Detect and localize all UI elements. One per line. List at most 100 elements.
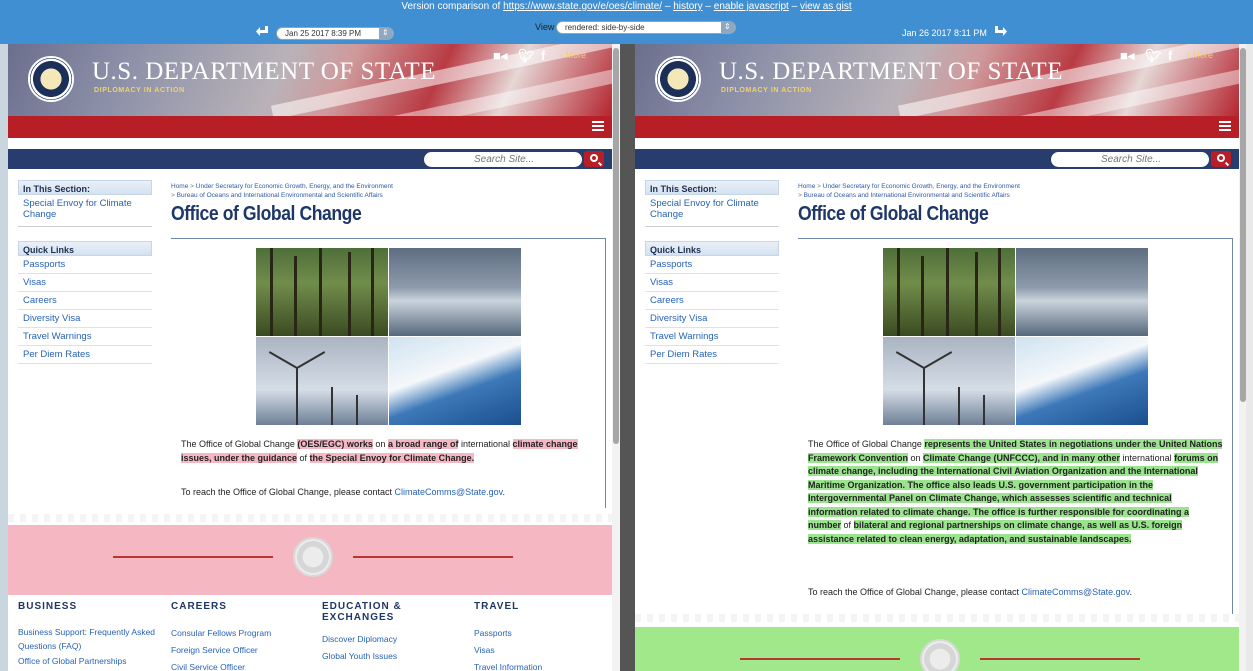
department-name[interactable]: U.S. DEPARTMENT OF STATE	[719, 58, 1063, 86]
quick-link-visas[interactable]: Visas	[645, 274, 779, 292]
glacier-photo	[1016, 337, 1148, 425]
footer-link[interactable]: Passports	[474, 625, 604, 642]
inserted-text: forums on climate change, including the …	[808, 452, 1219, 530]
unchanged-text: The Office of Global Change	[181, 439, 298, 449]
quick-link-careers[interactable]: Careers	[18, 292, 152, 310]
more-link[interactable]: › More	[1187, 50, 1213, 60]
office-description: The Office of Global Change (OES/EGC) wo…	[181, 438, 606, 465]
footer-link[interactable]: Consular Fellows Program	[171, 625, 321, 642]
page-url-link[interactable]: https://www.state.gov/e/oes/climate/	[503, 1, 662, 12]
quick-link-travel-warnings[interactable]: Travel Warnings	[18, 328, 152, 346]
left-version-pane[interactable]: U.S. DEPARTMENT OF STATE DIPLOMACY IN AC…	[8, 44, 620, 671]
hamburger-menu-icon[interactable]	[1219, 121, 1231, 132]
left-version-value: Jan 25 2017 8:39 PM	[285, 29, 362, 38]
main-content: Home > Under Secretary for Economic Grow…	[798, 182, 1233, 226]
in-this-section-heading: In This Section:	[18, 180, 152, 195]
footer-link[interactable]: Civil Service Officer	[171, 659, 321, 671]
footer-link[interactable]: Visas	[474, 642, 604, 659]
state-department-seal-icon[interactable]	[655, 56, 701, 102]
right-version-pane[interactable]: U.S. DEPARTMENT OF STATE DIPLOMACY IN AC…	[635, 44, 1247, 671]
next-version-arrow-icon[interactable]	[993, 25, 1007, 39]
sidebar-item-special-envoy[interactable]: Special Envoy for Climate Change	[645, 195, 779, 227]
twitter-icon[interactable]: 🐦︎	[1145, 48, 1162, 64]
breadcrumb-under-secretary[interactable]: Under Secretary for Economic Growth, Ene…	[196, 183, 393, 190]
breadcrumb-bureau[interactable]: Bureau of Oceans and International Envir…	[177, 192, 383, 199]
quick-link-per-diem-rates[interactable]: Per Diem Rates	[645, 346, 779, 364]
deleted-text: (OES/EGC) works	[297, 439, 373, 449]
breadcrumb-under-secretary[interactable]: Under Secretary for Economic Growth, Ene…	[823, 183, 1020, 190]
footer-link[interactable]: Office of Global Partnerships	[18, 653, 168, 670]
quick-link-diversity-visa[interactable]: Diversity Visa	[18, 310, 152, 328]
quick-link-passports[interactable]: Passports	[645, 256, 779, 274]
climate-comms-email-link[interactable]: ClimateComms@State.gov	[1021, 587, 1129, 597]
left-version-select[interactable]: Jan 25 2017 8:39 PM	[276, 27, 394, 40]
search-icon	[1217, 154, 1225, 162]
quick-link-travel-warnings[interactable]: Travel Warnings	[645, 328, 779, 346]
breadcrumb-home[interactable]: Home	[171, 183, 188, 190]
video-camera-icon[interactable]: ■◂	[1120, 48, 1134, 64]
quick-link-diversity-visa[interactable]: Diversity Visa	[645, 310, 779, 328]
window-scrollbar[interactable]	[1246, 44, 1253, 671]
climate-photo-collage	[883, 248, 1148, 425]
hamburger-menu-icon[interactable]	[592, 121, 604, 132]
footer-heading-travel: TRAVEL	[474, 601, 520, 612]
search-button[interactable]	[584, 151, 604, 167]
deleted-text: the Special Envoy for Climate Change.	[309, 452, 475, 463]
footer-heading-education: EDUCATION & EXCHANGES	[322, 601, 402, 623]
twitter-icon[interactable]: 🐦︎	[518, 48, 535, 64]
chevron-updown-icon	[379, 27, 393, 40]
state-department-seal-icon[interactable]	[28, 56, 74, 102]
search-button[interactable]	[1211, 151, 1231, 167]
site-header-banner: U.S. DEPARTMENT OF STATE DIPLOMACY IN AC…	[635, 44, 1239, 116]
right-version-label[interactable]: Jan 26 2017 8:11 PM	[902, 28, 987, 38]
breadcrumb-bureau[interactable]: Bureau of Oceans and International Envir…	[804, 192, 1010, 199]
view-label: View	[535, 22, 555, 32]
stormy-sea-photo	[1016, 248, 1148, 336]
left-pane-scroll-thumb[interactable]	[613, 48, 619, 444]
history-link[interactable]: history	[673, 1, 702, 12]
unchanged-text: of	[297, 452, 310, 463]
unchanged-text: on	[372, 439, 388, 449]
caption-prefix: Version comparison of	[401, 1, 501, 12]
contact-suffix: .	[1129, 587, 1132, 597]
inserted-footer-band	[635, 627, 1239, 671]
quick-link-per-diem-rates[interactable]: Per Diem Rates	[18, 346, 152, 364]
inserted-text: bilateral and regional partnerships on c…	[808, 520, 1183, 544]
footer-heading-business: BUSINESS	[18, 601, 78, 612]
deleted-footer-band	[8, 525, 612, 595]
footer-link[interactable]: Global Youth Issues	[322, 648, 442, 665]
quick-link-careers[interactable]: Careers	[645, 292, 779, 310]
main-content: Home > Under Secretary for Economic Grow…	[171, 182, 606, 226]
facebook-icon[interactable]: f	[1168, 48, 1172, 63]
footer-link[interactable]: Business Support: Frequently Asked Quest…	[18, 625, 168, 653]
department-name[interactable]: U.S. DEPARTMENT OF STATE	[92, 58, 436, 86]
facebook-icon[interactable]: f	[541, 48, 545, 63]
view-mode-select[interactable]: rendered: side-by-side	[556, 21, 736, 34]
video-camera-icon[interactable]: ■◂	[493, 48, 507, 64]
view-as-gist-link[interactable]: view as gist	[800, 1, 852, 12]
quick-link-visas[interactable]: Visas	[18, 274, 152, 292]
footer-link[interactable]: Travel Information	[474, 659, 604, 671]
quick-link-passports[interactable]: Passports	[18, 256, 152, 274]
search-icon	[590, 154, 598, 162]
in-this-section-heading: In This Section:	[645, 180, 779, 195]
previous-version-arrow-icon[interactable]	[256, 25, 270, 39]
sidebar-item-special-envoy[interactable]: Special Envoy for Climate Change	[18, 195, 152, 227]
chevron-updown-icon	[721, 21, 735, 34]
menu-bar	[635, 116, 1239, 138]
glacier-photo	[389, 337, 521, 425]
pane-divider[interactable]	[620, 44, 635, 671]
enable-javascript-link[interactable]: enable javascript	[714, 1, 789, 12]
footer-link[interactable]: Discover Diplomacy	[322, 631, 442, 648]
climate-comms-email-link[interactable]: ClimateComms@State.gov	[394, 487, 502, 497]
breadcrumb-home[interactable]: Home	[798, 183, 815, 190]
search-input[interactable]	[424, 152, 582, 167]
search-input[interactable]	[1051, 152, 1209, 167]
menu-bar	[8, 116, 612, 138]
footer-link[interactable]: Foreign Service Officer	[171, 642, 321, 659]
sidebar: In This Section: Special Envoy for Clima…	[645, 180, 779, 364]
left-pane-scrollbar[interactable]	[612, 44, 620, 671]
contact-prefix: To reach the Office of Global Change, pl…	[181, 487, 395, 497]
deleted-text: a broad range of	[387, 439, 459, 449]
more-link[interactable]: › More	[560, 50, 586, 60]
